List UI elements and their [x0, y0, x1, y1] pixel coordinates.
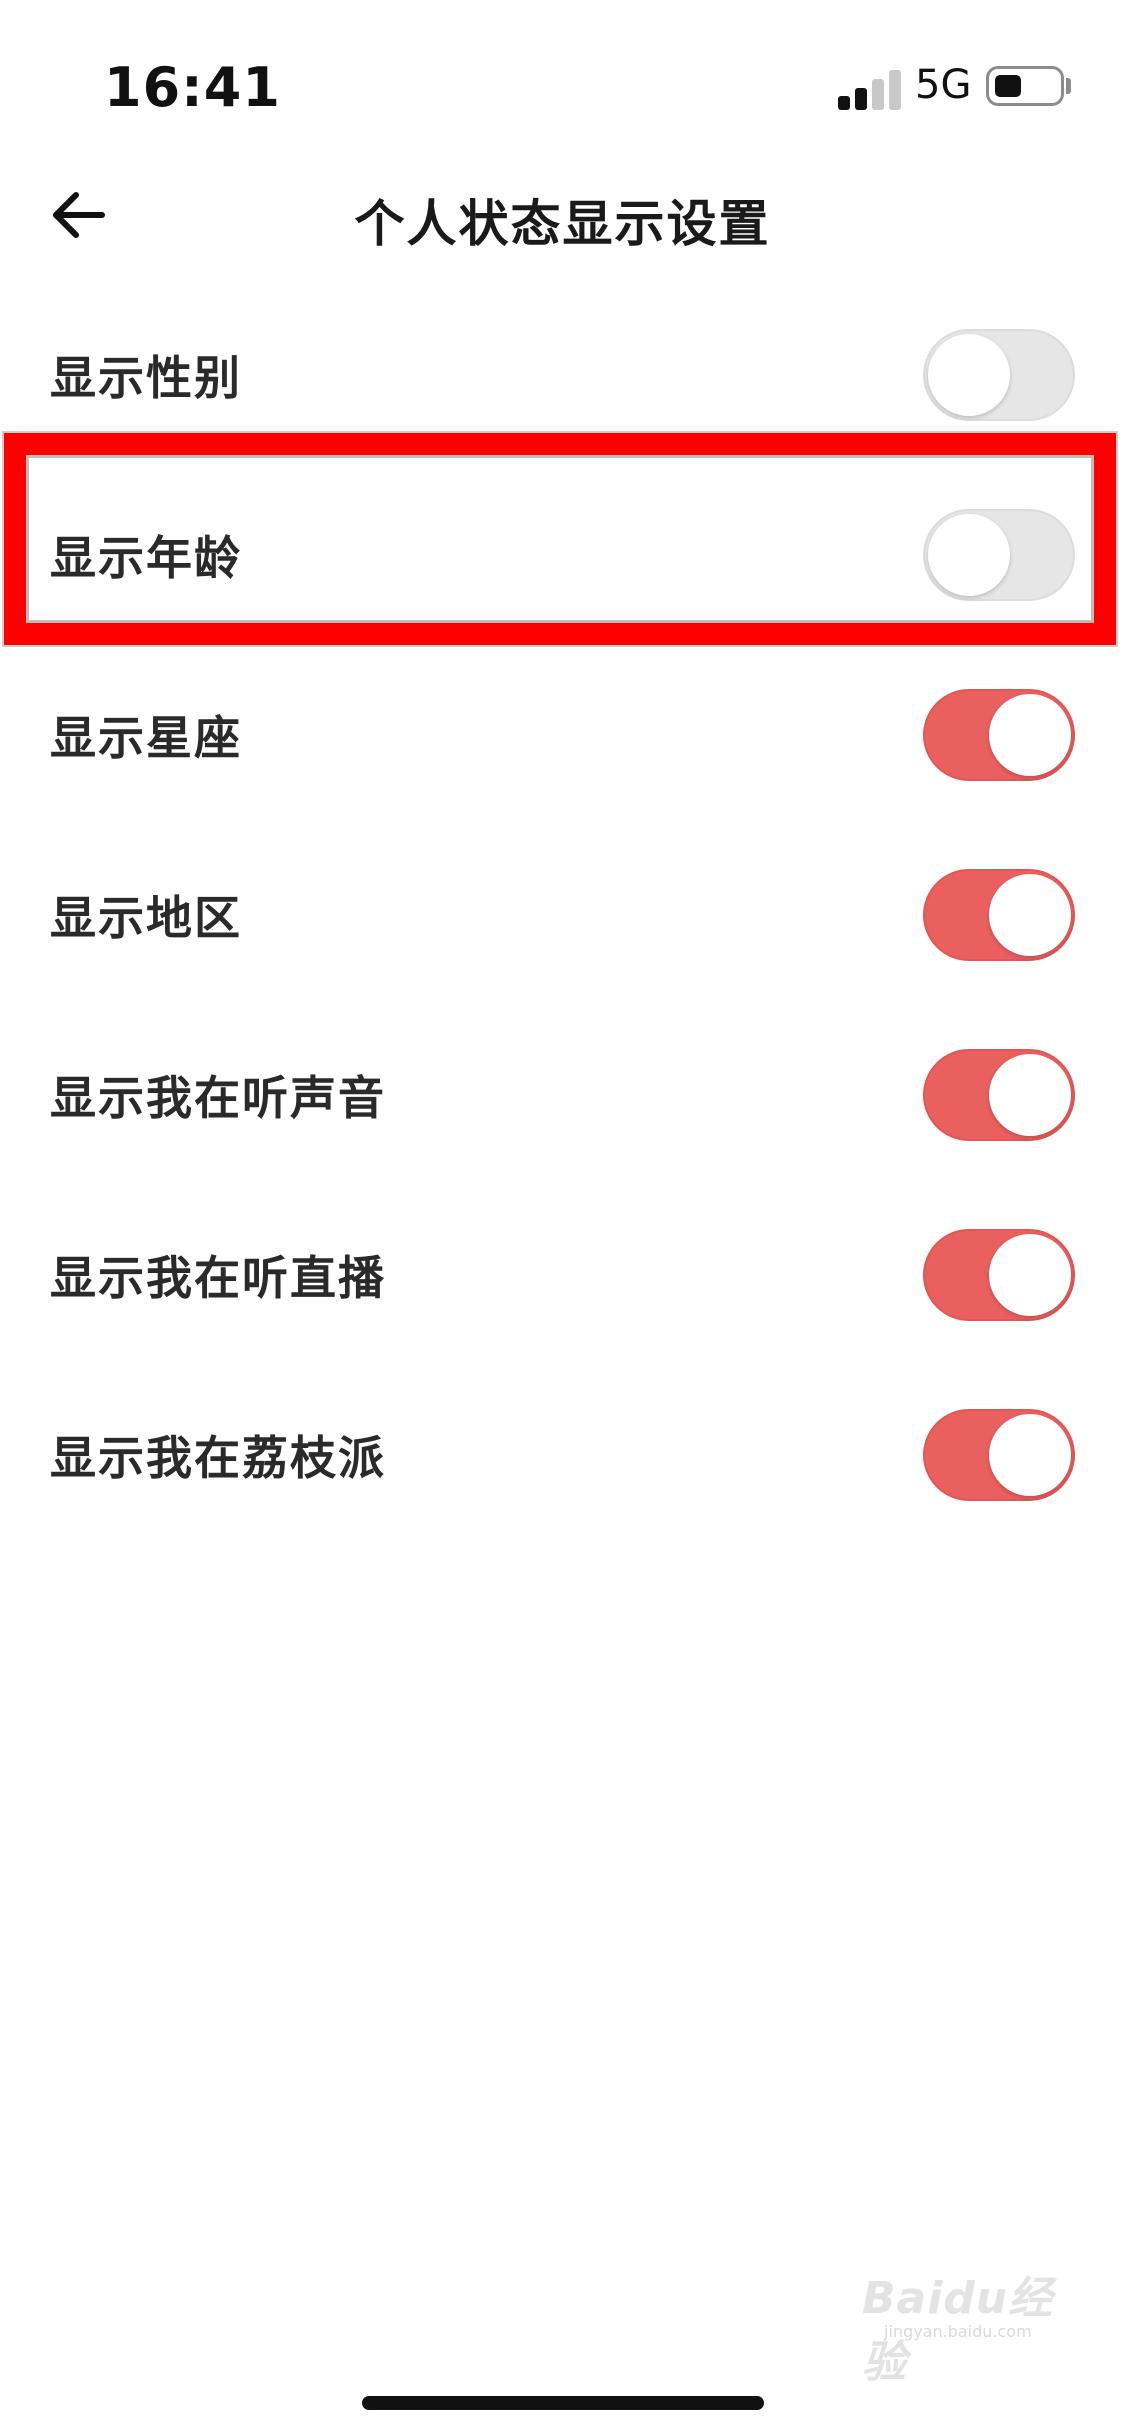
setting-row-in-lizhi-party: 显示我在荔枝派: [0, 1365, 1125, 1545]
page-title: 个人状态显示设置: [354, 195, 771, 253]
battery-cap: [1066, 78, 1071, 94]
toggle-knob: [989, 874, 1071, 956]
toggle-switch[interactable]: [923, 1049, 1075, 1141]
toggle-switch[interactable]: [923, 689, 1075, 781]
home-indicator[interactable]: [362, 2396, 764, 2410]
setting-label: 显示我在听声音: [50, 1071, 386, 1125]
setting-row-age: 显示年龄: [0, 465, 1125, 645]
nav-bar: 个人状态显示设置: [0, 170, 1125, 260]
toggle-knob: [989, 1414, 1071, 1496]
settings-list: 显示性别 显示年龄 显示星座 显示地区 显示我在听声音 显示我在听直播 显示我在…: [0, 285, 1125, 1545]
setting-label: 显示年龄: [50, 531, 242, 585]
toggle-knob: [928, 334, 1010, 416]
toggle-switch[interactable]: [923, 509, 1075, 601]
toggle-switch[interactable]: [923, 329, 1075, 421]
setting-label: 显示星座: [50, 711, 242, 765]
cellular-signal-icon: [838, 68, 904, 110]
watermark-url: jingyan.baidu.com: [884, 2322, 1032, 2341]
toggle-switch[interactable]: [923, 869, 1075, 961]
setting-label: 显示地区: [50, 891, 242, 945]
setting-row-gender: 显示性别: [0, 285, 1125, 465]
signal-bar: [838, 96, 850, 110]
signal-bar: [855, 88, 867, 110]
status-time: 16:41: [104, 56, 281, 119]
setting-label: 显示性别: [50, 351, 242, 405]
toggle-knob: [989, 694, 1071, 776]
battery-icon: [986, 66, 1064, 106]
toggle-switch[interactable]: [923, 1229, 1075, 1321]
toggle-switch[interactable]: [923, 1409, 1075, 1501]
setting-row-listening-audio: 显示我在听声音: [0, 1005, 1125, 1185]
setting-row-region: 显示地区: [0, 825, 1125, 1005]
setting-label: 显示我在荔枝派: [50, 1431, 386, 1485]
toggle-knob: [928, 514, 1010, 596]
toggle-knob: [989, 1054, 1071, 1136]
battery-level-fill: [995, 75, 1021, 97]
toggle-knob: [989, 1234, 1071, 1316]
setting-row-listening-live: 显示我在听直播: [0, 1185, 1125, 1365]
network-type: 5G: [915, 62, 972, 108]
baidu-watermark: Baidu经验 jingyan.baidu.com: [862, 2262, 1072, 2388]
signal-bar: [889, 70, 901, 110]
status-bar: 16:41 5G: [0, 0, 1125, 175]
setting-label: 显示我在听直播: [50, 1251, 386, 1305]
signal-bar: [872, 79, 884, 110]
setting-row-constellation: 显示星座: [0, 645, 1125, 825]
